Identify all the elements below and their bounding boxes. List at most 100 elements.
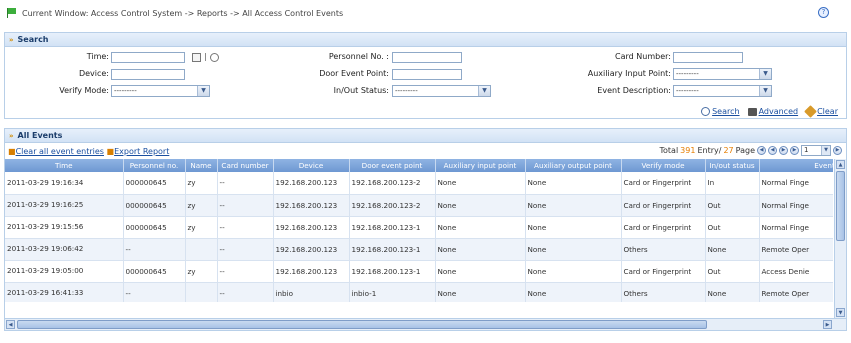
advanced-action[interactable]: Advanced (747, 107, 799, 116)
column-header[interactable]: Device (273, 159, 350, 172)
vertical-scroll-thumb[interactable] (836, 171, 845, 241)
cell-personnel: 000000645 (123, 260, 186, 283)
vertical-scrollbar[interactable]: ▲ ▼ (834, 159, 846, 318)
cell-event: Normal Finge (759, 172, 833, 195)
search-link[interactable]: Search (712, 107, 739, 116)
inout-status-value: --------- (395, 87, 418, 95)
cell-card: -- (217, 282, 274, 302)
last-page-icon[interactable]: ▶ (790, 146, 799, 155)
cell-verify: Card or Fingerprint (621, 172, 706, 195)
cell-name: zy (185, 172, 218, 195)
next-page-icon[interactable]: ▶ (779, 146, 788, 155)
column-header[interactable]: Time (5, 159, 124, 172)
chevron-down-icon: ▼ (821, 146, 830, 155)
prev-page-icon[interactable]: ◀ (768, 146, 777, 155)
calendar-icon[interactable] (192, 53, 201, 62)
scroll-left-icon[interactable]: ◀ (6, 320, 15, 329)
cell-inout: None (705, 238, 760, 261)
cell-card: -- (217, 238, 274, 261)
go-page-icon[interactable]: ▶ (833, 146, 842, 155)
help-icon[interactable]: ? (818, 7, 829, 18)
column-header[interactable]: Name (185, 159, 218, 172)
cell-inout: Out (705, 194, 760, 217)
table-row[interactable]: 2011-03-29 19:16:34 000000645 zy -- 192.… (5, 172, 833, 195)
export-report-link[interactable]: Export Report (114, 147, 169, 156)
cell-aux-out: None (525, 172, 622, 195)
column-header[interactable]: In/out status (705, 159, 760, 172)
column-header[interactable]: Verify mode (621, 159, 706, 172)
eraser-icon (804, 105, 817, 118)
bullet-icon: ■ (106, 147, 115, 156)
column-header[interactable]: Door event point (349, 159, 436, 172)
card-number-input[interactable] (673, 52, 743, 63)
column-header[interactable]: Card number (217, 159, 274, 172)
table-row[interactable]: 2011-03-29 19:15:56 000000645 zy -- 192.… (5, 216, 833, 239)
total-prefix: Total (659, 146, 679, 155)
table-row[interactable]: 2011-03-29 19:16:25 000000645 zy -- 192.… (5, 194, 833, 217)
search-action[interactable]: Search (701, 107, 740, 116)
cell-event: Remote Oper (759, 282, 833, 302)
column-header[interactable]: Auxiliary input point (435, 159, 526, 172)
cell-event: Access Denie (759, 260, 833, 283)
scroll-right-icon[interactable]: ▶ (823, 320, 832, 329)
search-panel-title: Search (17, 35, 49, 44)
advanced-link[interactable]: Advanced (759, 107, 799, 116)
cell-door: 192.168.200.123-1 (349, 238, 436, 261)
chevron-down-icon: ▼ (197, 86, 209, 96)
table-row[interactable]: 2011-03-29 19:06:42 -- -- 192.168.200.12… (5, 238, 833, 261)
cell-time: 2011-03-29 19:06:42 (5, 238, 124, 261)
clear-link[interactable]: Clear (817, 107, 838, 116)
cell-device: 192.168.200.123 (273, 194, 350, 217)
scroll-up-icon[interactable]: ▲ (836, 160, 845, 169)
horizontal-scroll-thumb[interactable] (17, 320, 707, 329)
clock-icon[interactable] (210, 53, 219, 62)
total-count: 391 (680, 146, 696, 155)
column-header[interactable]: Event des (759, 159, 833, 172)
cell-device: inbio (273, 282, 350, 302)
flag-icon (6, 8, 18, 18)
event-description-select[interactable]: --------- ▼ (673, 85, 772, 97)
cell-inout: In (705, 172, 760, 195)
page-count: 27 (723, 146, 734, 155)
search-panel: » Search Time: | Personnel No. : Card Nu… (4, 32, 847, 119)
table-row[interactable]: 2011-03-29 16:41:33 -- -- inbio inbio-1 … (5, 282, 833, 302)
events-grid: Time Personnel no. Name Card number Devi… (5, 159, 833, 302)
cell-door: 192.168.200.123-1 (349, 260, 436, 283)
page-select[interactable]: 1 ▼ (801, 145, 831, 156)
inout-status-select[interactable]: --------- ▼ (392, 85, 491, 97)
time-input[interactable] (111, 52, 185, 63)
cell-aux-in: None (435, 194, 526, 217)
scroll-down-icon[interactable]: ▼ (836, 308, 845, 317)
horizontal-scrollbar[interactable]: ◀ ▶ (5, 318, 846, 330)
clear-all-events-link[interactable]: Clear all event entries (16, 147, 104, 156)
verify-mode-select[interactable]: --------- ▼ (111, 85, 210, 97)
cell-aux-out: None (525, 216, 622, 239)
cell-inout: Out (705, 260, 760, 283)
cell-personnel: 000000645 (123, 194, 186, 217)
cell-name (185, 238, 218, 261)
first-page-icon[interactable]: ◀ (757, 146, 766, 155)
cell-personnel: -- (123, 238, 186, 261)
cell-time: 2011-03-29 19:16:25 (5, 194, 124, 217)
device-input[interactable] (111, 69, 185, 80)
personnel-label: Personnel No. : (328, 52, 389, 61)
collapse-icon[interactable]: » (9, 36, 14, 44)
column-header[interactable]: Auxiliary output point (525, 159, 622, 172)
cell-verify: Others (621, 238, 706, 261)
personnel-input[interactable] (392, 52, 462, 63)
verify-mode-label: Verify Mode: (59, 86, 109, 95)
table-row[interactable]: 2011-03-29 19:05:00 000000645 zy -- 192.… (5, 260, 833, 283)
door-event-point-input[interactable] (392, 69, 462, 80)
cell-personnel: 000000645 (123, 172, 186, 195)
column-header[interactable]: Personnel no. (123, 159, 186, 172)
collapse-icon[interactable]: » (9, 132, 14, 140)
clear-action[interactable]: Clear (804, 105, 838, 118)
aux-input-point-select[interactable]: --------- ▼ (673, 68, 772, 80)
cell-door: 192.168.200.123-2 (349, 194, 436, 217)
cell-verify: Card or Fingerprint (621, 260, 706, 283)
door-event-point-label: Door Event Point: (319, 69, 389, 78)
chevron-down-icon: ▼ (759, 69, 771, 79)
cell-aux-in: None (435, 216, 526, 239)
cell-device: 192.168.200.123 (273, 238, 350, 261)
cell-aux-in: None (435, 260, 526, 283)
